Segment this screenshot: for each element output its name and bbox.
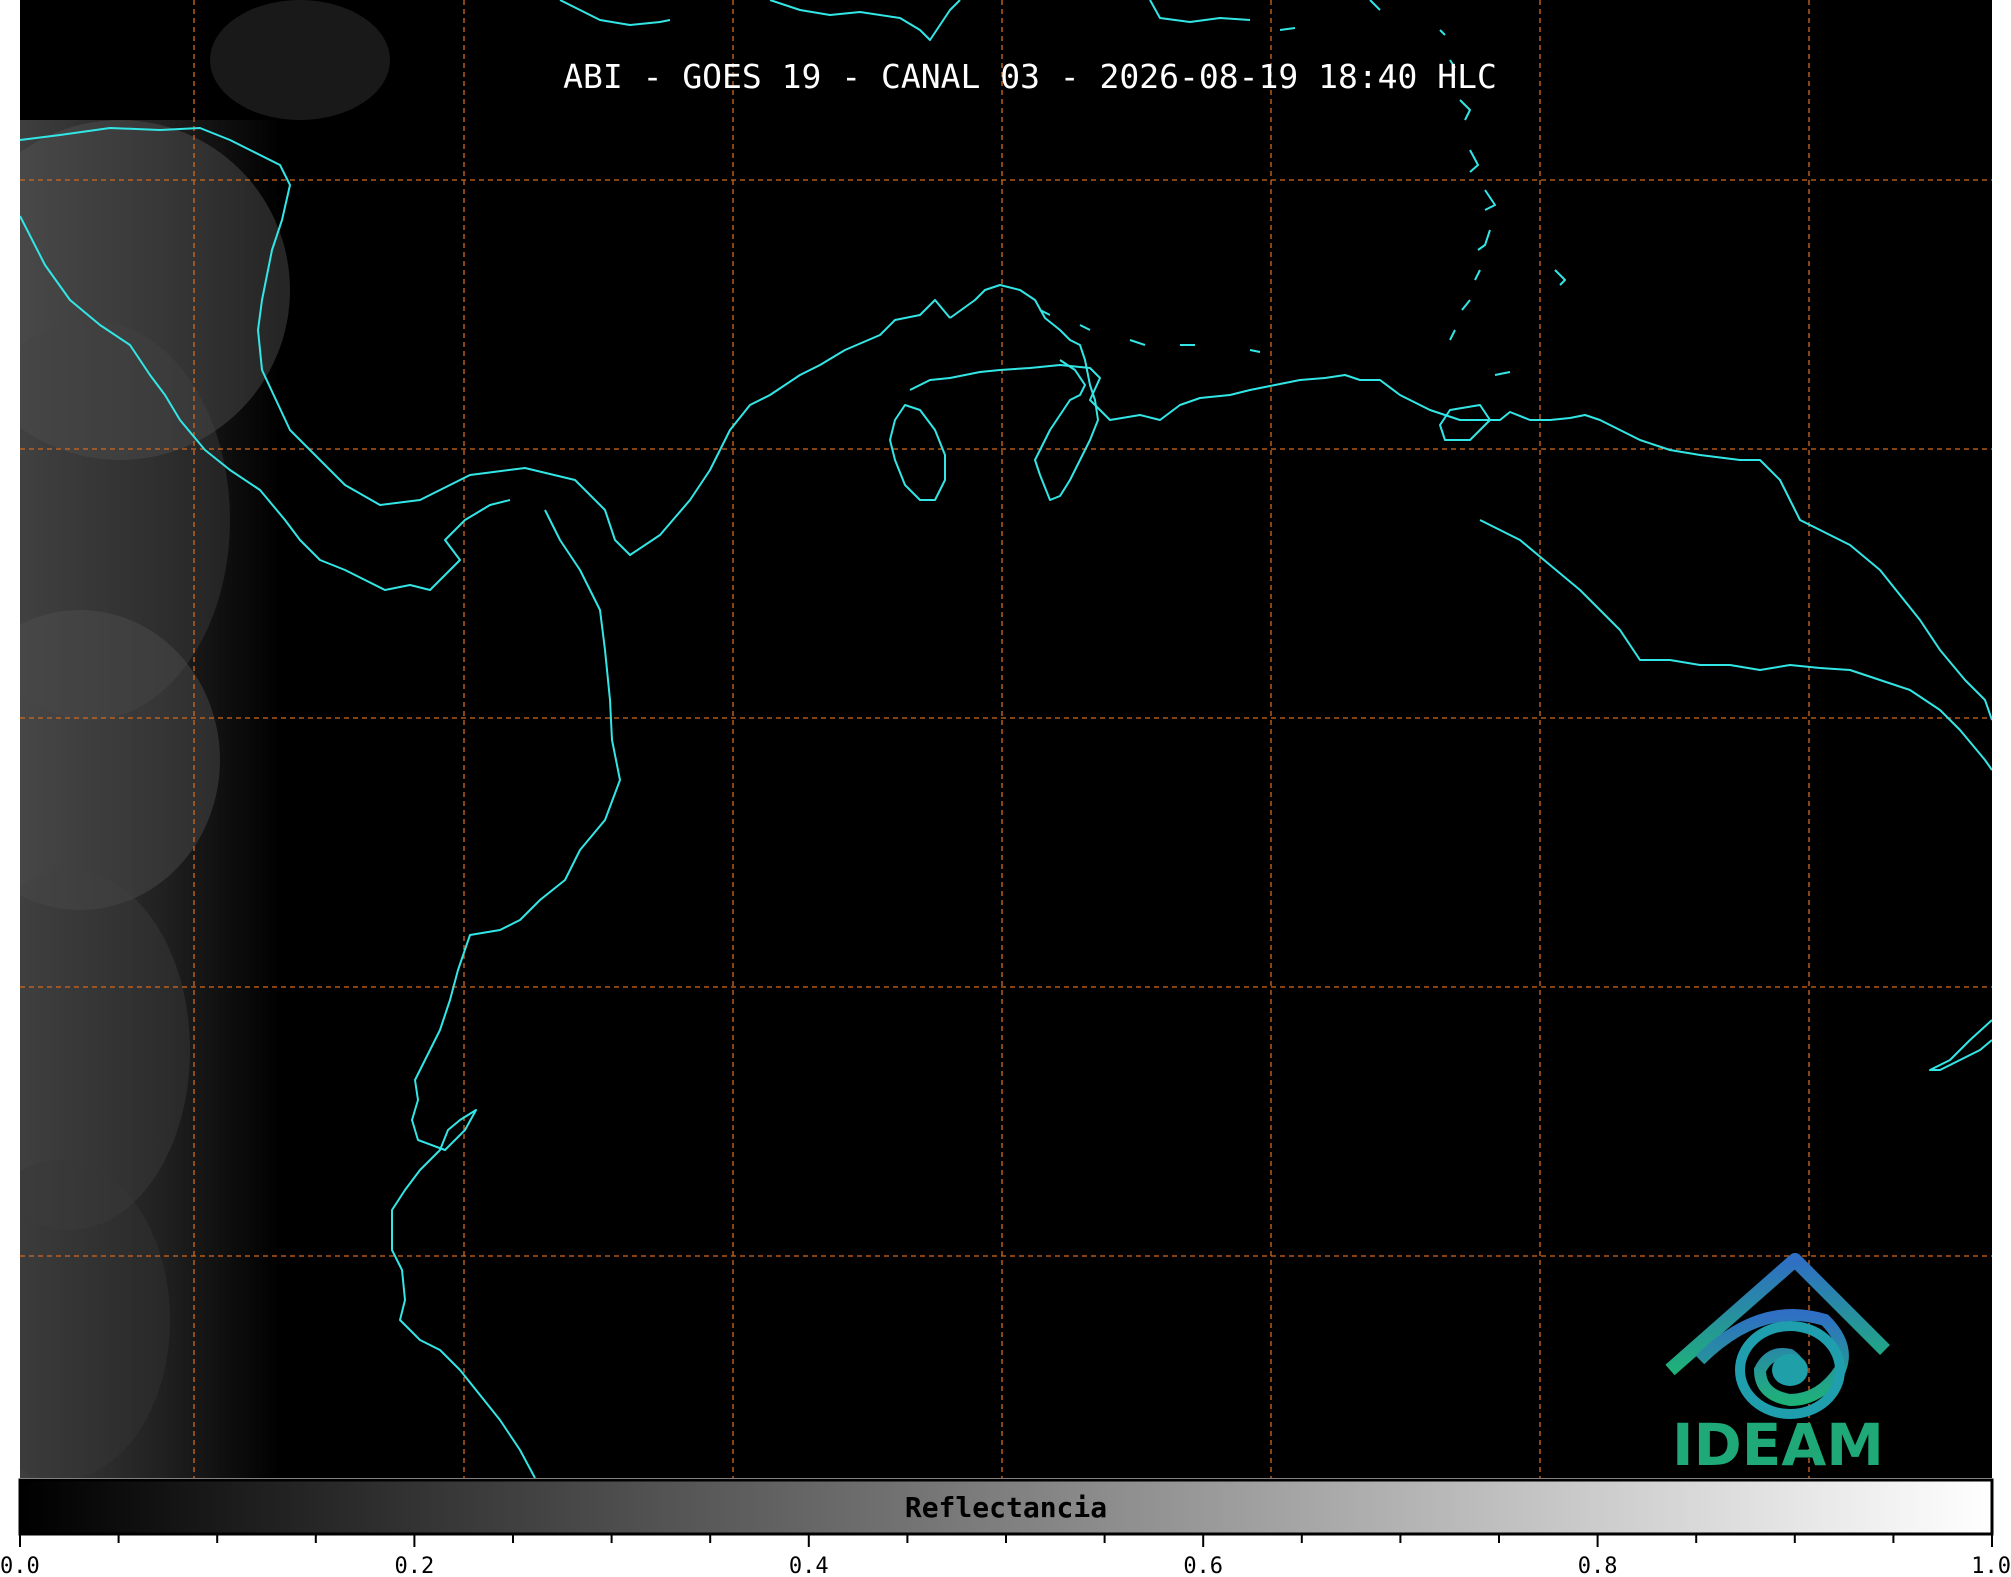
colorbar-ticks: 0.0 0.2 0.4 0.6 0.8 1.0 bbox=[0, 1534, 2011, 1577]
colorbar-tick-label: 0.4 bbox=[789, 1554, 829, 1577]
colorbar-tick-label: 0.0 bbox=[0, 1554, 40, 1577]
ideam-logo-text: IDEAM bbox=[1672, 1411, 1884, 1479]
colorbar-tick-label: 0.2 bbox=[395, 1554, 435, 1577]
colorbar-label: Reflectancia bbox=[905, 1491, 1107, 1524]
colorbar: Reflectancia 0.0 0.2 0.4 0.6 0.8 1.0 bbox=[0, 1478, 2011, 1577]
map-title: ABI - GOES 19 - CANAL 03 - 2026-08-19 18… bbox=[563, 57, 1497, 96]
colorbar-tick-label: 0.6 bbox=[1183, 1554, 1223, 1577]
map-panel: ABI - GOES 19 - CANAL 03 - 2026-08-19 18… bbox=[20, 0, 1992, 1479]
satellite-figure: ABI - GOES 19 - CANAL 03 - 2026-08-19 18… bbox=[0, 0, 2011, 1577]
colorbar-tick-label: 1.0 bbox=[1971, 1554, 2011, 1577]
colorbar-tick-label: 0.8 bbox=[1578, 1554, 1618, 1577]
